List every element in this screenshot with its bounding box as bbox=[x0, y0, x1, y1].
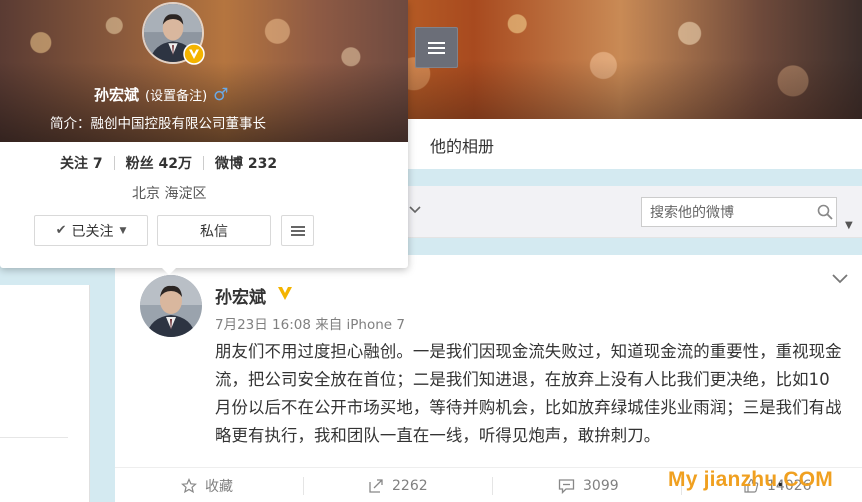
male-gender-icon: ♂ bbox=[213, 84, 229, 105]
search-dropdown-caret-icon[interactable]: ▼ bbox=[845, 220, 853, 231]
hamburger-menu-icon bbox=[290, 224, 305, 238]
divider bbox=[0, 437, 68, 438]
search-input[interactable] bbox=[650, 203, 810, 223]
divider bbox=[202, 156, 204, 170]
popup-stats: 关注 7 粉丝 42万 微博 232 bbox=[60, 153, 277, 173]
chevron-down-icon[interactable] bbox=[831, 273, 849, 285]
popup-name-row: 孙宏斌 (设置备注) ♂ bbox=[94, 84, 228, 105]
popup-pointer bbox=[160, 266, 178, 275]
search-box: ▼ bbox=[641, 197, 853, 231]
following-count[interactable]: 关注 7 bbox=[60, 153, 103, 173]
divider bbox=[492, 477, 493, 495]
post-author-name[interactable]: 孙宏斌 bbox=[215, 283, 266, 308]
divider bbox=[113, 156, 115, 170]
tab-album[interactable]: 他的相册 bbox=[430, 133, 494, 157]
watermark: My jianzhu.COM bbox=[668, 468, 833, 492]
avatar[interactable] bbox=[140, 275, 202, 337]
watermark-prefix: My jianzhu bbox=[668, 468, 778, 491]
popup-intro: 简介：融创中国控股有限公司董事长 bbox=[50, 116, 266, 132]
forward-button[interactable]: 2262 bbox=[368, 468, 428, 502]
verified-badge-icon bbox=[278, 287, 292, 300]
following-button[interactable]: ✔ 已关注 ▼ bbox=[34, 215, 148, 246]
post-meta: 7月23日 16:08 来自 iPhone 7 bbox=[215, 317, 405, 333]
hamburger-menu-icon[interactable] bbox=[415, 27, 458, 68]
set-remark-link[interactable]: (设置备注) bbox=[145, 85, 207, 104]
message-button-label: 私信 bbox=[200, 223, 228, 240]
watermark-suffix: COM bbox=[783, 468, 833, 491]
weibo-post-card: 孙宏斌 7月23日 16:08 来自 iPhone 7 朋友们不用过度担心融创。… bbox=[115, 255, 862, 502]
search-icon[interactable] bbox=[817, 204, 833, 220]
collect-label: 收藏 bbox=[205, 478, 233, 495]
following-button-label: 已关注 bbox=[71, 223, 114, 240]
forward-icon bbox=[369, 478, 383, 493]
verified-badge-icon bbox=[183, 43, 205, 65]
comment-count: 3099 bbox=[583, 477, 619, 494]
left-sidebar-card bbox=[0, 285, 90, 502]
followers-count[interactable]: 粉丝 42万 bbox=[126, 153, 192, 173]
forward-count: 2262 bbox=[392, 477, 428, 494]
divider bbox=[303, 477, 304, 495]
comment-icon bbox=[558, 478, 575, 494]
comment-button[interactable]: 3099 bbox=[558, 468, 619, 502]
post-content: 朋友们不用过度担心融创。一是我们因现金流失败过，知道现金流的重要性，重视现金流，… bbox=[215, 342, 842, 445]
message-button[interactable]: 私信 bbox=[157, 215, 271, 246]
check-icon: ✔ bbox=[55, 223, 67, 238]
caret-down-icon: ▼ bbox=[119, 225, 127, 236]
star-icon bbox=[181, 477, 197, 493]
chevron-down-icon[interactable] bbox=[409, 202, 421, 218]
collect-button[interactable]: 收藏 bbox=[181, 468, 233, 502]
popup-user-name[interactable]: 孙宏斌 bbox=[94, 84, 139, 105]
posts-count[interactable]: 微博 232 bbox=[215, 153, 277, 173]
popup-location: 北京 海淀区 bbox=[132, 186, 207, 202]
user-profile-popup: 孙宏斌 (设置备注) ♂ 简介：融创中国控股有限公司董事长 关注 7 粉丝 42… bbox=[0, 0, 408, 268]
more-options-button[interactable] bbox=[281, 215, 314, 246]
